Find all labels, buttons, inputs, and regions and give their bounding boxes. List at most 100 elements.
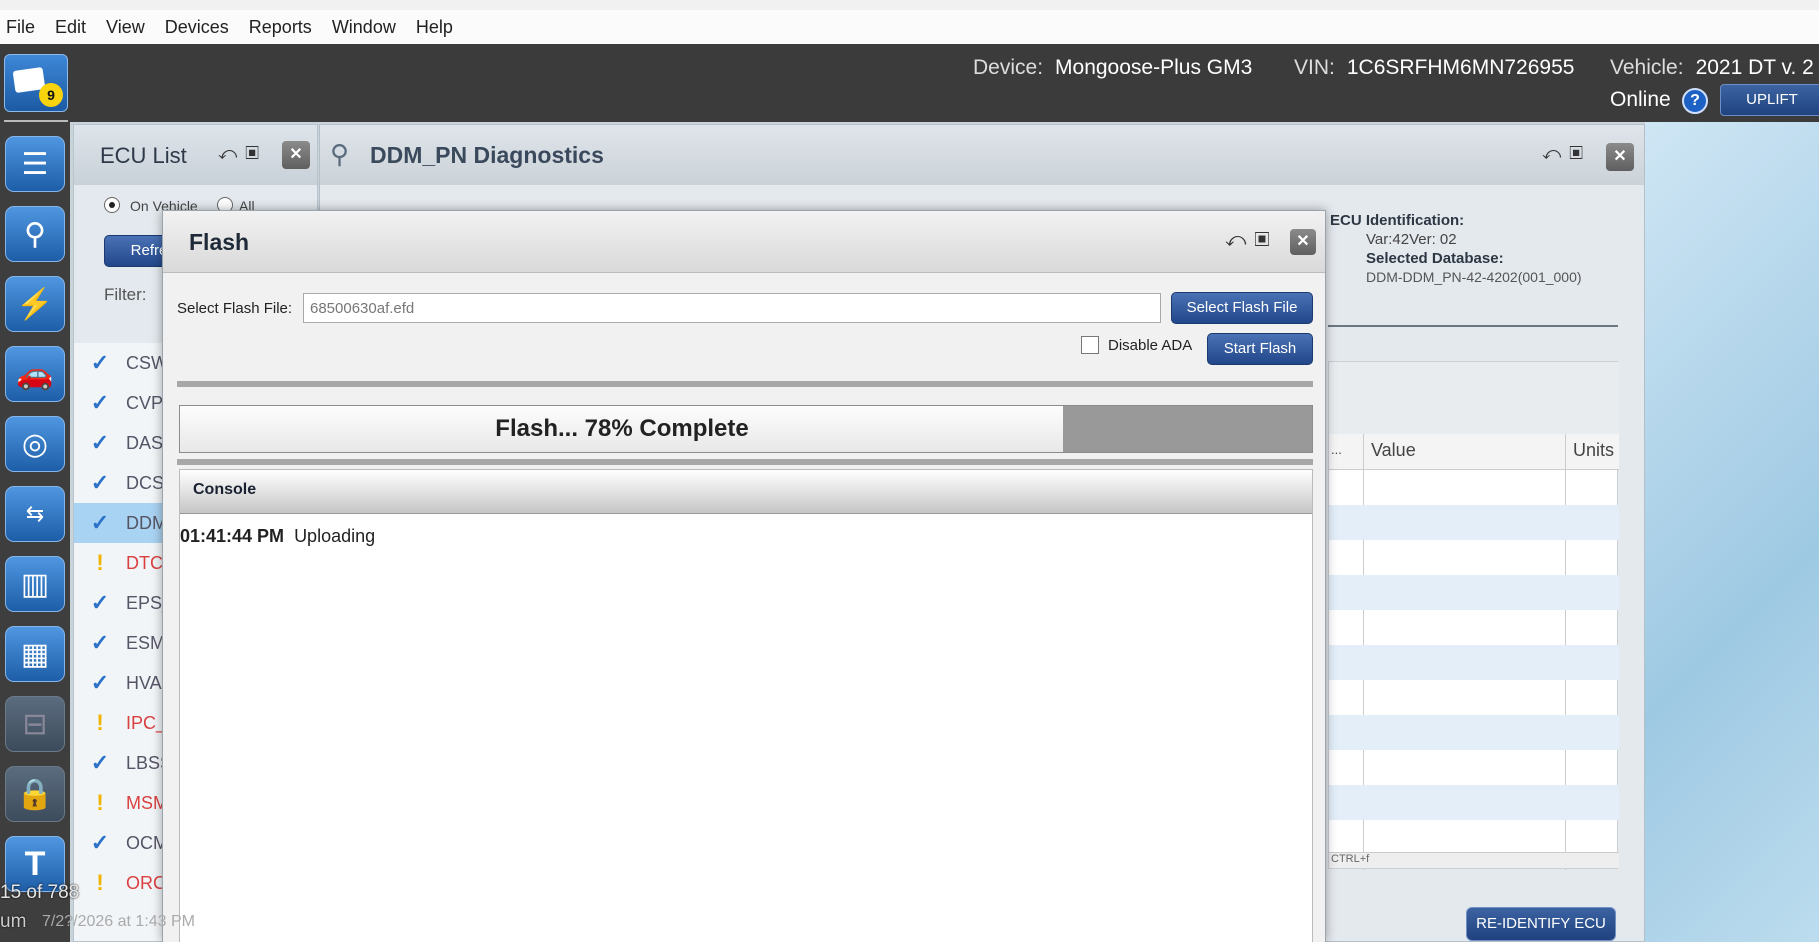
ecu-item-label: IPC_ xyxy=(126,712,167,733)
check-icon: ✓ xyxy=(90,750,110,775)
check-icon: ✓ xyxy=(90,390,110,415)
check-icon: ✓ xyxy=(90,590,110,615)
grid-vehicle-icon[interactable]: ▦ xyxy=(5,626,65,682)
flash-dialog: Flash ⤺▣ ✕ Select Flash File: Select Fla… xyxy=(162,210,1326,942)
db-label: Selected Database: xyxy=(1366,250,1504,267)
check-icon: ✓ xyxy=(90,430,110,455)
ecu-item-label: ORC xyxy=(126,872,166,893)
ecu-item-label: DDM xyxy=(126,512,167,533)
lock-icon: 🔒 xyxy=(5,766,65,822)
warning-icon: ! xyxy=(96,710,104,735)
ecu-id-label: ECU Identification: xyxy=(1330,212,1465,229)
menu-reports[interactable]: Reports xyxy=(249,17,312,38)
flash-dialog-header: Flash ⤺▣ ✕ xyxy=(163,211,1325,273)
overlay-fragment: um xyxy=(0,911,27,932)
table-toolbar xyxy=(1329,362,1619,434)
diagnostics-header: ⚲ DDM_PN Diagnostics ⤺▣ ✕ xyxy=(320,125,1644,185)
window-dock-icons[interactable]: ⤺▣ xyxy=(218,143,267,164)
ecu-list-title: ECU List xyxy=(100,143,187,168)
window-dock-icons[interactable]: ⤺▣ xyxy=(1542,143,1591,164)
disable-ada-checkbox[interactable] xyxy=(1081,336,1099,354)
left-toolbar: ☰ ⚲ ⚡ 🚗 ◎ ⇆ ▥ ▦ ⊟ 🔒 T xyxy=(0,122,70,942)
menu-view[interactable]: View xyxy=(106,17,145,38)
flash-progress-bar: Flash... 78% Complete xyxy=(179,405,1313,453)
vehicle-info: Vehicle: 2021 DT v. 2 xyxy=(1610,56,1814,80)
page-counter: 15 of 788 xyxy=(0,882,80,903)
close-icon[interactable]: ✕ xyxy=(1606,143,1634,171)
data-table: ... Value Units CTRL+f xyxy=(1328,361,1619,870)
search-vehicle-icon[interactable]: ⚲ xyxy=(5,206,65,262)
start-flash-button[interactable]: Start Flash xyxy=(1207,333,1313,365)
db-value: DDM-DDM_PN-42-4202(001_000) xyxy=(1366,269,1582,285)
console-entry: 01:41:44 PM Uploading xyxy=(180,526,375,547)
help-icon[interactable]: ? xyxy=(1682,88,1708,114)
vin-info: VIN: 1C6SRFHM6MN726955 xyxy=(1294,56,1574,80)
diagnostics-title: DDM_PN Diagnostics xyxy=(370,142,604,168)
column-value[interactable]: Value xyxy=(1371,440,1416,461)
table-header: ... Value Units xyxy=(1329,434,1619,470)
select-flash-file-button[interactable]: Select Flash File xyxy=(1171,292,1313,324)
vehicle-search-icon: ⚲ xyxy=(330,139,350,169)
menu-help[interactable]: Help xyxy=(416,17,453,38)
signal-vehicle-icon[interactable]: ◎ xyxy=(5,416,65,472)
console-entry-time: 01:41:44 PM xyxy=(180,526,285,546)
progress-text: Flash... 78% Complete xyxy=(495,415,749,442)
radio-on-vehicle[interactable] xyxy=(104,197,120,213)
window-title-strip xyxy=(0,0,1819,10)
column-units[interactable]: Units xyxy=(1573,440,1614,461)
uplift-button[interactable]: UPLIFT xyxy=(1720,84,1819,116)
check-icon: ✓ xyxy=(90,510,110,535)
vehicle-label: Vehicle: xyxy=(1610,56,1684,79)
vin-label: VIN: xyxy=(1294,56,1335,79)
filter-label: Filter: xyxy=(104,285,147,304)
warning-icon: ! xyxy=(96,870,104,895)
app-logo-button[interactable]: 9 xyxy=(4,54,68,112)
notification-badge: 9 xyxy=(39,83,63,107)
vehicle-icon[interactable]: 🚗 xyxy=(5,346,65,402)
window-dock-icons[interactable]: ⤺▣ xyxy=(1225,229,1278,252)
warning-icon: ! xyxy=(96,550,104,575)
var-ver: Var:42Ver: 02 xyxy=(1366,231,1457,248)
check-icon: ✓ xyxy=(90,470,110,495)
close-icon[interactable]: ✕ xyxy=(282,141,310,169)
menu-file[interactable]: File xyxy=(6,17,35,38)
console-panel: Console 01:41:44 PM Uploading xyxy=(179,469,1313,942)
close-icon[interactable]: ✕ xyxy=(1290,229,1316,255)
vehicle-value: 2021 DT v. 2 xyxy=(1695,56,1814,79)
ecu-list-header: ECU List ⤺▣ ✕ xyxy=(74,125,317,185)
menu-edit[interactable]: Edit xyxy=(55,17,86,38)
column-more[interactable]: ... xyxy=(1331,442,1342,457)
online-status: Online xyxy=(1610,88,1671,111)
check-icon: ✓ xyxy=(90,350,110,375)
flash-icon[interactable]: ⚡ xyxy=(5,276,65,332)
disable-ada-label: Disable ADA xyxy=(1108,337,1193,354)
header-bar: 9 Device: Mongoose-Plus GM3 VIN: 1C6SRFHM6… xyxy=(0,44,1819,122)
ecu-identification: ECU Identification: Var:42Ver: 02 Select… xyxy=(1330,211,1582,287)
search-hint: CTRL+f xyxy=(1329,852,1619,868)
table-row xyxy=(1329,715,1619,750)
menu-icon[interactable]: ☰ xyxy=(5,136,65,192)
console-entry-message: Uploading xyxy=(294,526,376,546)
table-row xyxy=(1329,505,1619,540)
table-row xyxy=(1329,785,1619,820)
table-row xyxy=(1329,575,1619,610)
check-icon: ✓ xyxy=(90,830,110,855)
vin-value: 1C6SRFHM6MN726955 xyxy=(1346,56,1575,79)
device-value: Mongoose-Plus GM3 xyxy=(1055,56,1253,79)
table-row xyxy=(1329,645,1619,680)
select-file-label: Select Flash File: xyxy=(177,300,293,317)
device-label: Device: xyxy=(973,56,1044,79)
warning-icon: ! xyxy=(96,790,104,815)
flash-file-input[interactable] xyxy=(303,293,1161,323)
check-icon: ✓ xyxy=(90,630,110,655)
console-title: Console xyxy=(180,470,1312,514)
desktop-background xyxy=(1645,122,1819,942)
transfer-icon[interactable]: ⇆ xyxy=(5,486,65,542)
layout-icon[interactable]: ▥ xyxy=(5,556,65,612)
reidentify-ecu-button[interactable]: RE-IDENTIFY ECU xyxy=(1466,907,1616,941)
check-icon: ✓ xyxy=(90,670,110,695)
menu-window[interactable]: Window xyxy=(332,17,396,38)
flash-dialog-title: Flash xyxy=(189,229,250,255)
disabled-vehicle-icon: ⊟ xyxy=(5,696,65,752)
menu-devices[interactable]: Devices xyxy=(165,17,229,38)
